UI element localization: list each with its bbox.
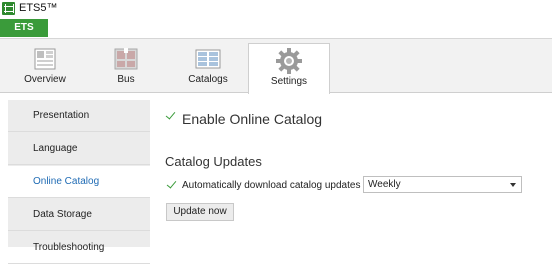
ets-app-icon [2, 2, 15, 15]
settings-sidebar: Presentation Language Online Catalog Dat… [8, 100, 151, 264]
window-title: ETS5™ [19, 2, 58, 14]
ets-menu-tab[interactable]: ETS [0, 19, 48, 37]
tab-settings[interactable]: Settings [248, 43, 330, 95]
tab-bus[interactable]: Bus [92, 39, 160, 94]
sidebar-item-label: Troubleshooting [33, 242, 105, 253]
title-bar: ETS5™ [0, 0, 552, 18]
sidebar-item-data-storage[interactable]: Data Storage [8, 199, 150, 231]
gear-icon [276, 48, 302, 74]
tab-catalogs-label: Catalogs [188, 74, 228, 85]
overview-icon [34, 48, 56, 70]
enable-online-catalog-label: Enable Online Catalog [182, 111, 323, 127]
chevron-down-icon [510, 183, 516, 187]
sidebar-item-presentation[interactable]: Presentation [8, 100, 150, 132]
sidebar-item-label: Data Storage [33, 209, 92, 220]
bus-icon [114, 48, 138, 70]
sidebar-item-label: Presentation [33, 110, 90, 121]
catalogs-icon [195, 49, 221, 69]
tab-overview-label: Overview [24, 74, 66, 85]
tab-catalogs[interactable]: Catalogs [172, 39, 244, 94]
tab-settings-label: Settings [270, 76, 308, 87]
update-frequency-select[interactable]: Weekly [363, 176, 522, 193]
ribbon: Overview Bus Catalogs Settings [0, 38, 552, 95]
sidebar-item-label: Language [33, 143, 78, 154]
sidebar-item-label: Online Catalog [33, 176, 100, 187]
sidebar-item-online-catalog[interactable]: Online Catalog [8, 166, 151, 198]
update-frequency-value: Weekly [368, 179, 401, 190]
sidebar-item-language[interactable]: Language [8, 133, 150, 165]
auto-download-label: Automatically download catalog updates [182, 180, 361, 191]
enable-online-catalog-checkbox[interactable] [165, 110, 176, 121]
update-now-button[interactable]: Update now [166, 203, 234, 221]
catalog-updates-heading: Catalog Updates [165, 154, 262, 169]
tab-overview[interactable]: Overview [10, 39, 80, 94]
sidebar-item-troubleshooting[interactable]: Troubleshooting [8, 232, 150, 264]
auto-download-checkbox[interactable] [166, 179, 177, 190]
tab-bus-label: Bus [117, 74, 135, 85]
